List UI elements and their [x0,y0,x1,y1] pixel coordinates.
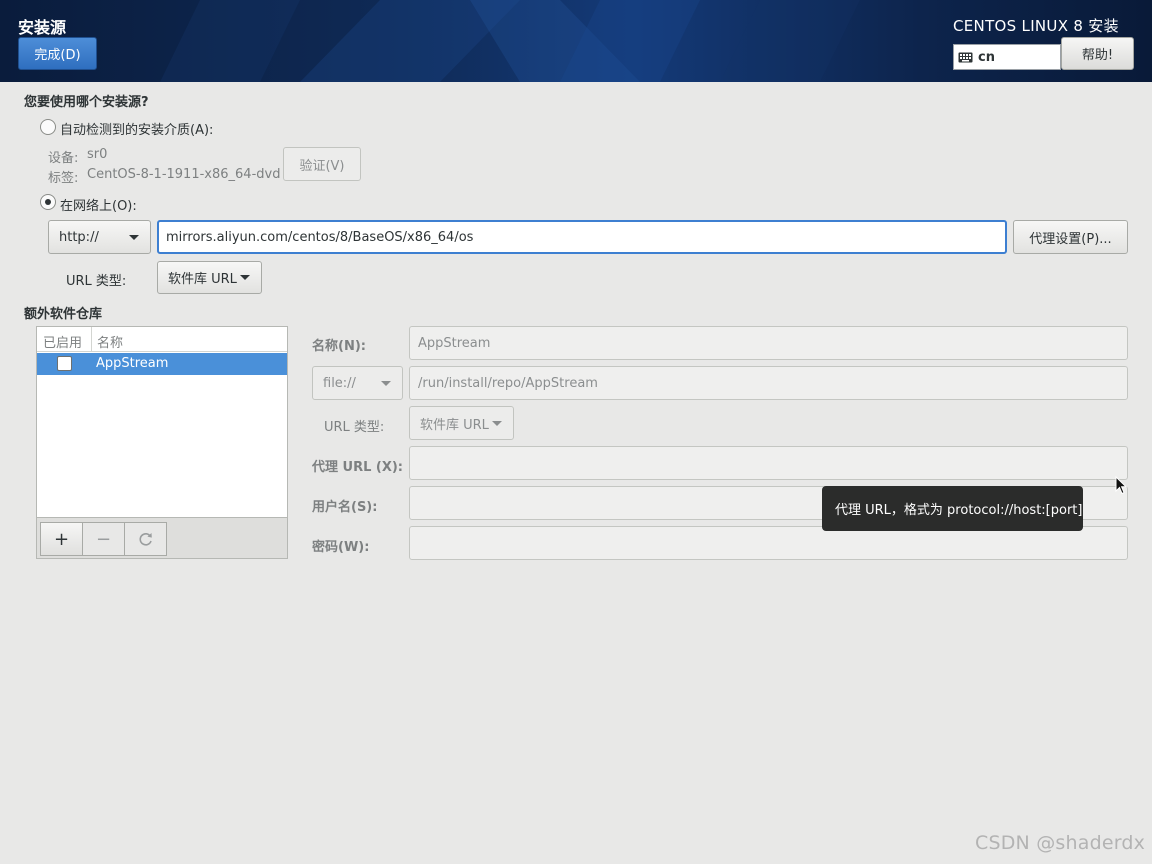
chevron-down-icon [129,235,139,240]
repo-path-field[interactable]: /run/install/repo/AppStream [409,366,1128,400]
repo-name: AppStream [96,356,169,371]
proxy-url-field[interactable] [409,446,1128,480]
tag-label: 标签: [48,171,79,186]
mouse-cursor-icon [1115,476,1127,495]
refresh-icon [139,533,152,546]
repos-heading: 额外软件仓库 [24,307,103,322]
product-title: CENTOS LINUX 8 安装 [953,17,1119,35]
repo-name-field[interactable]: AppStream [409,326,1128,360]
minus-icon: − [95,528,112,550]
repo-toolbar: + − [37,517,287,558]
repo-url-type-value: 软件库 URL [420,417,489,433]
column-enabled[interactable]: 已启用 [43,332,82,351]
keyboard-layout-indicator[interactable]: cn [953,44,1061,70]
repo-name-label: 名称(N): [312,339,366,354]
auto-detect-radio[interactable] [40,119,56,135]
page-title: 安装源 [18,18,67,37]
url-type-dropdown[interactable]: 软件库 URL [157,261,262,294]
header-bar: 安装源 完成(D) CENTOS LINUX 8 安装 cn 帮助! [0,0,1152,82]
chevron-down-icon [492,421,502,426]
add-repo-button[interactable]: + [40,522,83,556]
repo-list-header: 已启用 名称 [37,327,287,352]
device-value: sr0 [87,147,108,162]
column-name[interactable]: 名称 [97,332,123,351]
repo-name-value: AppStream [418,335,491,351]
proxy-url-tooltip: 代理 URL，格式为 protocol://host:[port] [822,486,1083,531]
column-divider [91,327,92,352]
tag-value: CentOS-8-1-1911-x86_64-dvd [87,167,281,182]
url-input[interactable]: mirrors.aliyun.com/centos/8/BaseOS/x86_6… [157,220,1007,254]
source-question: 您要使用哪个安装源? [24,95,149,110]
protocol-dropdown[interactable]: http:// [48,220,151,254]
help-button[interactable]: 帮助! [1061,37,1134,70]
protocol-value: http:// [59,229,99,245]
repo-protocol-dropdown[interactable]: file:// [312,366,403,400]
repo-row[interactable]: AppStream [37,353,287,375]
repo-url-type-label: URL 类型: [324,420,385,435]
chevron-down-icon [381,381,391,386]
remove-repo-button[interactable]: − [82,522,125,556]
password-label: 密码(W): [312,540,370,555]
watermark: CSDN @shaderdx [975,832,1146,854]
repo-list: 已启用 名称 AppStream + − [36,326,288,559]
chevron-down-icon [240,275,250,280]
network-label: 在网络上(O): [60,199,137,214]
plus-icon: + [53,528,70,550]
reset-repo-button[interactable] [124,522,167,556]
url-type-value: 软件库 URL [168,272,237,287]
keyboard-layout-label: cn [978,49,995,65]
network-radio[interactable] [40,194,56,210]
proxy-url-label: 代理 URL (X): [312,460,404,475]
verify-button[interactable]: 验证(V) [283,147,361,181]
repo-protocol-value: file:// [323,375,356,391]
done-button[interactable]: 完成(D) [18,37,97,70]
url-type-label: URL 类型: [66,274,127,289]
url-value: mirrors.aliyun.com/centos/8/BaseOS/x86_6… [166,229,474,245]
proxy-settings-button[interactable]: 代理设置(P)... [1013,220,1128,254]
keyboard-icon [958,52,973,62]
password-field[interactable] [409,526,1128,560]
repo-url-type-dropdown[interactable]: 软件库 URL [409,406,514,440]
auto-detect-label: 自动检测到的安装介质(A): [60,123,214,138]
device-label: 设备: [48,151,79,166]
repo-enabled-checkbox[interactable] [57,356,72,371]
username-label: 用户名(S): [312,500,378,515]
repo-path-value: /run/install/repo/AppStream [418,375,598,391]
